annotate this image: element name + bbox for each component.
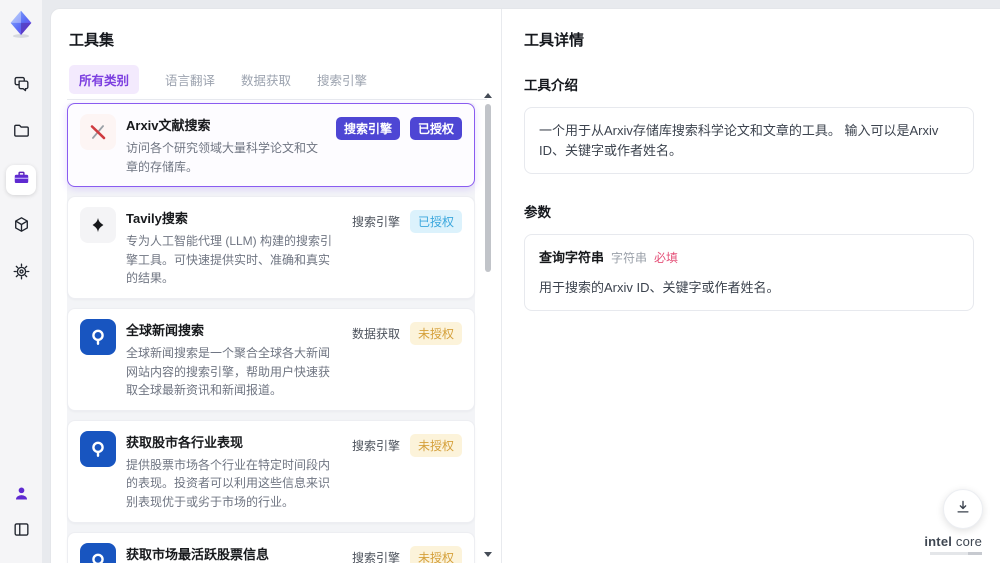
tool-detail-pane: 工具详情 工具介绍 一个用于从Arxiv存储库搜索科学论文和文章的工具。 输入可… [502,9,1000,563]
tool-cards: Arxiv文献搜索 访问各个研究领域大量科学论文和文章的存储库。 搜索引擎 已授… [67,103,475,563]
tab-search-engine[interactable]: 搜索引擎 [317,70,367,89]
panel-icon [12,520,31,544]
sidebar-item-collapse[interactable] [6,517,36,547]
app-window: 工具集 所有类别 语言翻译 数据获取 搜索引擎 Arxiv文献搜索 访问各个研究… [0,0,1000,563]
download-icon [954,498,972,521]
search-logo-icon [80,542,116,563]
search-logo-icon [80,430,116,467]
tab-data-fetch[interactable]: 数据获取 [241,70,291,89]
status-badge: 未授权 [409,433,462,457]
tool-card-sector-performance[interactable]: 获取股市各行业表现 提供股票市场各个行业在特定时间段内的表现。投资者可以利用这些… [67,419,475,523]
tool-card-global-news[interactable]: 全球新闻搜索 全球新闻搜索是一个聚合全球各大新闻网站内容的搜索引擎，帮助用户快速… [67,307,475,411]
arxiv-icon [80,114,116,150]
search-logo-icon [80,318,116,355]
core-text: core [955,534,982,549]
detail-title: 工具详情 [524,32,585,49]
params-heading: 参数 [524,205,551,220]
tool-description: 专为人工智能代理 (LLM) 构建的搜索引擎工具。可快速提供实时、准确和真实的结… [126,234,333,286]
category-label: 搜索引擎 [351,438,400,453]
briefcase-icon [12,168,31,192]
tab-all-categories[interactable]: 所有类别 [69,65,140,94]
scroll-up-icon[interactable] [484,93,492,98]
cube-icon [12,215,31,239]
workspace: 工具集 所有类别 语言翻译 数据获取 搜索引擎 Arxiv文献搜索 访问各个研究… [42,0,1000,563]
sidebar-item-toolbox[interactable] [6,165,36,195]
download-button[interactable] [943,489,983,529]
tool-name: 全球新闻搜索 [126,322,205,338]
category-tabs: 所有类别 语言翻译 数据获取 搜索引擎 [67,65,487,100]
folder-icon [12,121,31,145]
tool-name: Arxiv文献搜索 [126,118,211,133]
star-icon [80,207,116,244]
param-required-flag: 必填 [654,251,679,265]
category-badge: 搜索引擎 [335,117,400,140]
tool-list-pane: 工具集 所有类别 语言翻译 数据获取 搜索引擎 Arxiv文献搜索 访问各个研究… [51,9,501,563]
category-label: 搜索引擎 [351,215,400,230]
icon-sidebar [0,0,42,563]
sidebar-item-chat[interactable] [6,71,36,101]
tool-card-arxiv[interactable]: Arxiv文献搜索 访问各个研究领域大量科学论文和文章的存储库。 搜索引擎 已授… [67,103,475,188]
intel-logo-bar [930,552,982,555]
chat-icon [12,74,31,98]
list-scrollbar [483,93,493,557]
category-label: 数据获取 [351,326,400,341]
tab-translation[interactable]: 语言翻译 [165,70,215,89]
scrollbar-thumb[interactable] [485,104,491,272]
user-icon [12,484,31,508]
status-badge: 未授权 [409,321,462,345]
scroll-down-icon[interactable] [484,552,492,557]
intro-box: 一个用于从Arxiv存储库搜索科学论文和文章的工具。 输入可以是Arxiv ID… [524,107,974,174]
sidebar-item-packages[interactable] [6,212,36,242]
intel-text: intel [924,534,953,549]
page-title: 工具集 [69,32,115,49]
tool-name: 获取市场最活跃股票信息 [126,546,270,562]
status-badge: 已授权 [409,117,462,140]
param-type: 字符串 [611,251,648,265]
tool-name: 获取股市各行业表现 [126,434,244,450]
status-badge: 未授权 [409,545,462,563]
sidebar-item-files[interactable] [6,118,36,148]
tool-description: 提供股票市场各个行业在特定时间段内的表现。投资者可以利用这些信息来识别表现优于或… [126,457,331,509]
param-name: 查询字符串 [539,250,605,265]
tool-description: 全球新闻搜索是一个聚合全球各大新闻网站内容的搜索引擎，帮助用户快速获取全球最新资… [126,345,331,398]
intro-heading: 工具介绍 [524,78,578,93]
category-label: 搜索引擎 [351,550,400,563]
param-description: 用于搜索的Arxiv ID、关键字或作者姓名。 [539,279,780,295]
sidebar-item-settings[interactable] [6,259,36,289]
app-logo [7,9,35,39]
gear-icon [12,262,31,286]
tool-description: 访问各个研究领域大量科学论文和文章的存储库。 [126,141,319,174]
status-badge: 已授权 [409,210,462,234]
tool-card-tavily[interactable]: Tavily搜索 专为人工智能代理 (LLM) 构建的搜索引擎工具。可快速提供实… [67,196,475,299]
tool-card-active-stocks[interactable]: 获取市场最活跃股票信息 提供当天交易量最高的股票列表，投资者可以利用这些信息来识… [67,531,475,563]
main-panel: 工具集 所有类别 语言翻译 数据获取 搜索引擎 Arxiv文献搜索 访问各个研究… [50,8,1000,563]
sidebar-item-account[interactable] [6,481,36,511]
tool-name: Tavily搜索 [126,211,188,227]
param-box: 查询字符串 字符串 必填 用于搜索的Arxiv ID、关键字或作者姓名。 [524,234,974,311]
intel-core-logo: intel core [924,534,982,555]
